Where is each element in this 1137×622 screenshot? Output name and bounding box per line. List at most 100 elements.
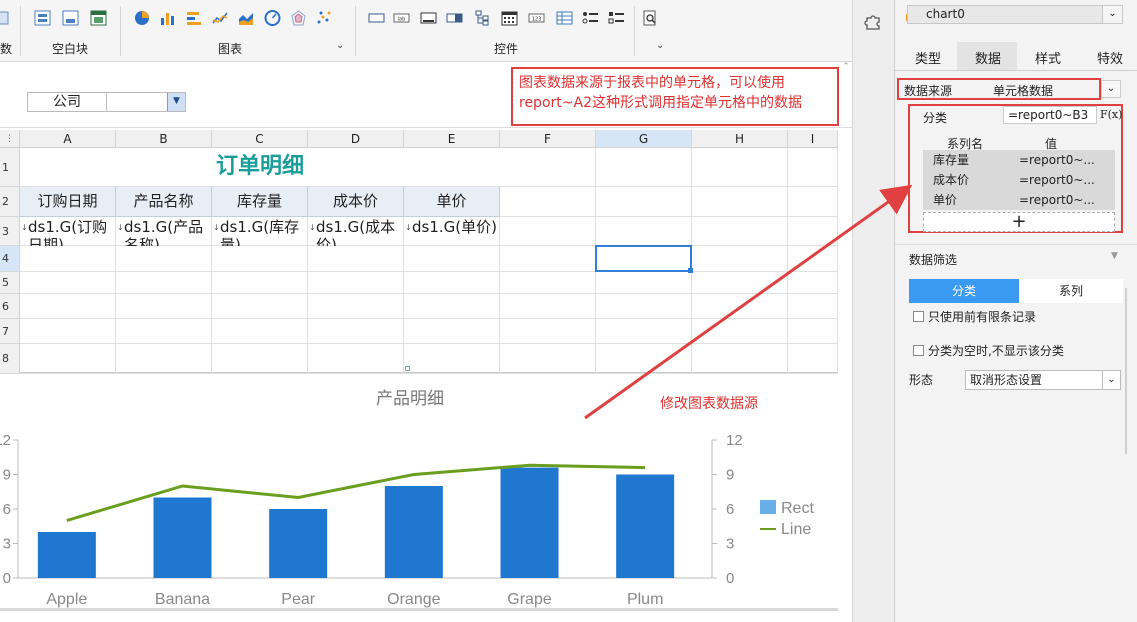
gauge-icon[interactable] (264, 10, 281, 26)
data-cell-cost[interactable]: ↓ ds1.G(成本价) (308, 218, 404, 246)
header-cell-stock[interactable]: 库存量 (212, 187, 308, 217)
data-cell-price[interactable]: ↓ ds1.G(单价) (404, 218, 500, 246)
row-header-6[interactable]: 6 (0, 294, 20, 319)
blank-block-icon-2[interactable] (62, 10, 79, 26)
row-header-1[interactable]: 1 (0, 148, 20, 187)
column-header-h[interactable]: H (692, 130, 788, 148)
table-icon[interactable] (556, 10, 573, 26)
tab-type[interactable]: 类型 (915, 48, 941, 67)
category-label: 分类 (923, 111, 948, 125)
series-row[interactable]: 库存量 =report0~... (923, 150, 1115, 170)
number-icon[interactable]: 123 (528, 10, 545, 26)
chevron-down-icon[interactable]: ⌄ (656, 40, 664, 51)
blank-block-icon-3[interactable] (90, 10, 107, 26)
left-tick-label: 9 (3, 467, 11, 484)
dropdown-icon[interactable] (446, 10, 463, 26)
scroll-up-icon[interactable]: ⌃ (840, 62, 852, 76)
series-row-name: 库存量 (933, 153, 970, 167)
row-header-7[interactable]: 7 (0, 319, 20, 344)
chevron-down-icon[interactable]: ⌄ (1102, 371, 1120, 389)
app-window: 数 空白块 图表 ⌄ lab 123 控件 ⌄ 公司 ▼ ⌃ ⋮ A B C D… (0, 0, 1137, 622)
grid-hline (20, 271, 838, 272)
bar-chart-icon[interactable] (160, 10, 177, 26)
data-cell-product-name[interactable]: ↓ ds1.G(产品名称) (116, 218, 212, 246)
chevron-down-icon[interactable]: ⌄ (1101, 80, 1121, 98)
legend-swatch-rect (760, 500, 776, 514)
radio-group-icon[interactable] (582, 10, 599, 26)
button-icon[interactable] (420, 10, 437, 26)
filter-tab-series[interactable]: 系列 (1019, 279, 1123, 303)
chevron-down-icon[interactable]: ⌄ (336, 40, 344, 51)
area-chart-icon[interactable] (238, 10, 255, 26)
data-source-select[interactable]: 单元格数据 (993, 82, 1053, 99)
data-cell-text: ds1.G(订购日期) (28, 218, 108, 246)
expand-down-icon: ↓ (405, 223, 412, 232)
annotation-callout: 图表数据来源于报表中的单元格，可以使用report~A2这种形式调用指定单元格中… (511, 67, 839, 126)
category-value-input[interactable]: =report0~B3 (1003, 106, 1097, 124)
company-dropdown[interactable]: ▼ (106, 92, 186, 112)
chevron-down-icon[interactable]: ▼ (1111, 251, 1118, 261)
tab-data[interactable]: 数据 (975, 48, 1001, 67)
resize-handle[interactable] (405, 366, 410, 371)
blank-block-icon-1[interactable] (34, 10, 51, 26)
header-cell-price[interactable]: 单价 (404, 187, 500, 217)
header-cell-order-date[interactable]: 订购日期 (20, 187, 116, 217)
tree-icon[interactable] (474, 10, 491, 26)
chart-name-select[interactable]: chart0 ⌄ (907, 5, 1123, 24)
column-header-e[interactable]: E (404, 130, 500, 148)
selected-cell-g4[interactable] (595, 245, 692, 272)
column-header-g[interactable]: G (596, 130, 692, 148)
formula-button[interactable]: F(x) (1100, 106, 1122, 124)
pie-chart-icon[interactable] (134, 10, 151, 26)
grid-corner[interactable]: ⋮ (0, 130, 20, 148)
row-header-3[interactable]: 3 (0, 217, 20, 246)
right-tick-label: 9 (726, 467, 734, 484)
panel-scrollbar[interactable] (1125, 288, 1127, 454)
limit-records-option[interactable]: 只使用前有限条记录 (913, 308, 1036, 325)
label-icon[interactable]: lab (393, 10, 410, 26)
column-header-f[interactable]: F (500, 130, 596, 148)
data-cell-stock[interactable]: ↓ ds1.G(库存量) (212, 218, 308, 246)
insert-number-icon[interactable] (0, 10, 17, 26)
shape-select[interactable]: 取消形态设置 ⌄ (965, 370, 1121, 390)
bar-plum (616, 474, 675, 578)
tab-style[interactable]: 样式 (1035, 48, 1061, 67)
search-icon[interactable] (642, 10, 659, 26)
expand-down-icon: ↓ (213, 223, 220, 232)
radar-icon[interactable] (290, 10, 307, 26)
column-header-b[interactable]: B (116, 130, 212, 148)
data-cell-order-date[interactable]: ↓ ds1.G(订购日期) (20, 218, 116, 246)
header-cell-product-name[interactable]: 产品名称 (116, 187, 212, 217)
row-header-5[interactable]: 5 (0, 272, 20, 294)
column-header-a[interactable]: A (20, 130, 116, 148)
date-icon[interactable] (501, 10, 518, 26)
column-header-c[interactable]: C (212, 130, 308, 148)
chevron-down-icon[interactable]: ⌄ (1102, 6, 1122, 23)
horizontal-bar-icon[interactable] (186, 10, 203, 26)
textbox-icon[interactable] (368, 10, 385, 26)
legend-label-rect: Rect (781, 500, 814, 517)
checkbox[interactable] (913, 345, 924, 356)
scatter-icon[interactable] (316, 10, 333, 26)
column-header-d[interactable]: D (308, 130, 404, 148)
row-header-2[interactable]: 2 (0, 187, 20, 217)
row-header-4[interactable]: 4 (0, 246, 20, 272)
checkbox[interactable] (913, 311, 924, 322)
column-header-i[interactable]: I (788, 130, 838, 148)
hide-empty-category-option[interactable]: 分类为空时,不显示该分类 (913, 342, 1064, 359)
row-header-8[interactable]: 8 (0, 344, 20, 374)
add-series-button[interactable]: + (923, 212, 1115, 232)
puzzle-icon[interactable] (864, 12, 884, 32)
line-chart-icon[interactable] (212, 10, 229, 26)
tab-effects[interactable]: 特效 (1097, 48, 1123, 67)
fill-handle[interactable] (688, 268, 693, 273)
checkbox-group-icon[interactable] (608, 10, 625, 26)
series-row[interactable]: 成本价 =report0~... (923, 170, 1115, 190)
chevron-down-icon[interactable]: ▼ (167, 93, 185, 111)
series-row[interactable]: 单价 =report0~... (923, 190, 1115, 210)
spreadsheet-grid: ⋮ ABCDEFGHI 12345678 订单明细 订购日期 产品名称 库存量 … (0, 130, 838, 374)
filter-tab-category[interactable]: 分类 (909, 279, 1019, 303)
header-cell-cost[interactable]: 成本价 (308, 187, 404, 217)
bar-grape (500, 467, 559, 578)
grid-hline (20, 373, 838, 374)
